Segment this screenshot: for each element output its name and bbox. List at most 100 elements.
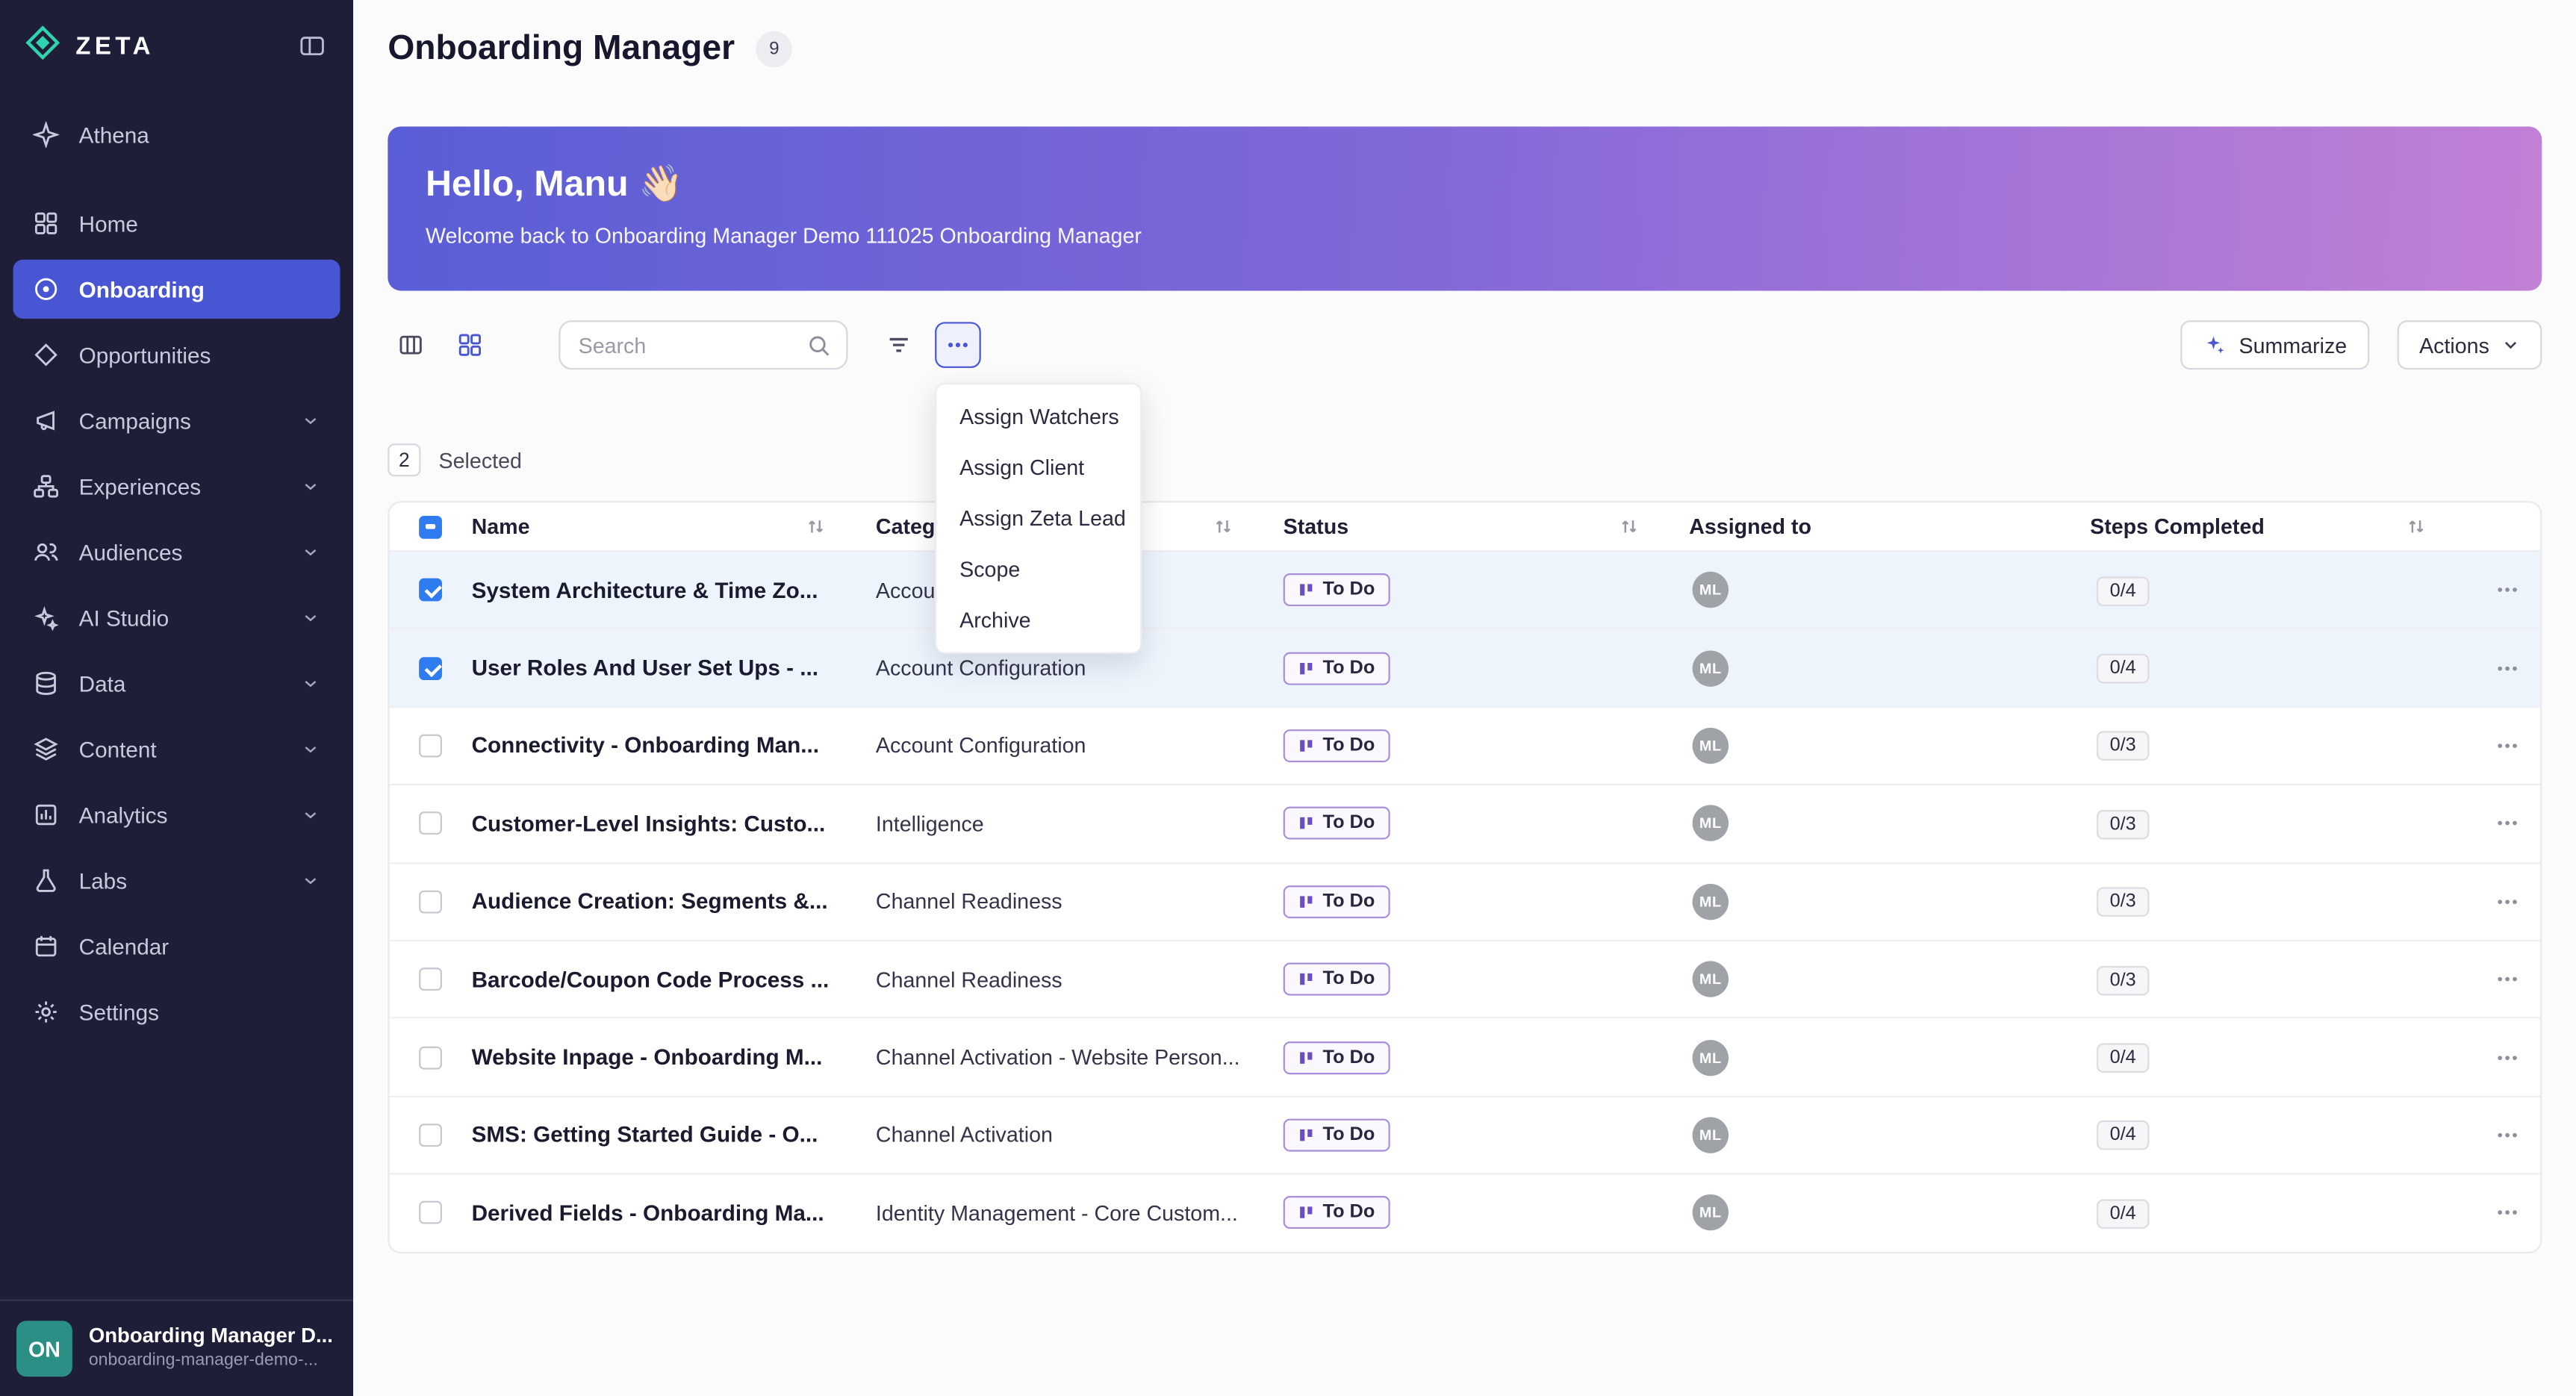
- account-avatar: ON: [16, 1321, 72, 1377]
- assignee-avatar: ML: [1693, 1195, 1729, 1231]
- menu-item-assign-watchers[interactable]: Assign Watchers: [936, 391, 1140, 442]
- task-name: Derived Fields - Onboarding Ma...: [472, 1200, 876, 1225]
- sidebar-item-campaigns[interactable]: Campaigns: [13, 391, 340, 450]
- column-header-assigned-to: Assigned to: [1689, 514, 1811, 539]
- sidebar-item-athena[interactable]: Athena: [13, 105, 340, 164]
- table-row[interactable]: System Architecture & Time Zo... Account…: [390, 552, 2541, 629]
- sidebar-item-label: AI Studio: [79, 605, 169, 630]
- sidebar-item-opportunities[interactable]: Opportunities: [13, 325, 340, 384]
- assignee-avatar: ML: [1693, 805, 1729, 841]
- page-header: Onboarding Manager 9: [353, 0, 2576, 99]
- steps-completed-pill: 0/3: [2097, 810, 2149, 840]
- page-title: Onboarding Manager: [388, 30, 735, 69]
- card-view-button[interactable]: [447, 322, 494, 368]
- selection-summary: 2 Selected: [388, 445, 2542, 475]
- menu-item-assign-client[interactable]: Assign Client: [936, 442, 1140, 493]
- sidebar-collapse-button[interactable]: [296, 30, 329, 63]
- sort-icon[interactable]: [1213, 516, 1234, 537]
- table-row[interactable]: Customer-Level Insights: Custo... Intell…: [390, 785, 2541, 863]
- table-row[interactable]: Website Inpage - Onboarding M... Channel…: [390, 1019, 2541, 1097]
- onboarding-table: Name Category Status Assigned to Steps C…: [388, 501, 2542, 1253]
- status-badge: To Do: [1284, 1118, 1390, 1151]
- sidebar-item-label: Analytics: [79, 803, 168, 827]
- filter-button[interactable]: [876, 322, 922, 368]
- sidebar-item-label: Opportunities: [79, 343, 211, 367]
- sidebar-item-onboarding[interactable]: Onboarding: [13, 260, 340, 319]
- kanban-icon: [1298, 1127, 1314, 1143]
- sidebar-item-ai-studio[interactable]: AI Studio: [13, 588, 340, 647]
- row-menu-button[interactable]: [2476, 650, 2539, 686]
- sidebar-item-content[interactable]: Content: [13, 720, 340, 779]
- diamond-icon: [33, 342, 59, 368]
- table-view-icon: [398, 332, 424, 358]
- task-name: Audience Creation: Segments &...: [472, 889, 876, 914]
- menu-item-scope[interactable]: Scope: [936, 543, 1140, 594]
- row-checkbox[interactable]: [419, 579, 442, 602]
- row-menu-button[interactable]: [2476, 1195, 2539, 1231]
- row-checkbox[interactable]: [419, 1046, 442, 1069]
- sidebar-item-label: Calendar: [79, 934, 169, 959]
- chevron-down-icon: [301, 805, 320, 824]
- kanban-icon: [1298, 815, 1314, 832]
- row-menu-button[interactable]: [2476, 1039, 2539, 1075]
- welcome-banner: Hello, Manu 👋🏻 Welcome back to Onboardin…: [388, 126, 2542, 290]
- status-badge: To Do: [1284, 1041, 1390, 1074]
- account-workspace: onboarding-manager-demo-...: [89, 1350, 333, 1373]
- table-row[interactable]: Connectivity - Onboarding Man... Account…: [390, 708, 2541, 785]
- row-checkbox[interactable]: [419, 967, 442, 991]
- row-menu-button[interactable]: [2476, 805, 2539, 841]
- table-header-row: Name Category Status Assigned to Steps C…: [390, 502, 2541, 552]
- sidebar-item-label: Settings: [79, 1000, 159, 1024]
- status-badge: To Do: [1284, 652, 1390, 685]
- chevron-down-icon: [301, 739, 320, 758]
- row-menu-button[interactable]: [2476, 728, 2539, 764]
- row-menu-button[interactable]: [2476, 883, 2539, 919]
- task-name: Barcode/Coupon Code Process ...: [472, 967, 876, 991]
- sidebar-item-experiences[interactable]: Experiences: [13, 457, 340, 516]
- sidebar-item-labs[interactable]: Labs: [13, 851, 340, 910]
- actions-button[interactable]: Actions: [2398, 320, 2542, 370]
- row-checkbox[interactable]: [419, 1124, 442, 1147]
- sidebar-item-audiences[interactable]: Audiences: [13, 523, 340, 582]
- table-view-button[interactable]: [388, 322, 434, 368]
- sort-icon[interactable]: [805, 516, 827, 537]
- kanban-icon: [1298, 660, 1314, 676]
- table-row[interactable]: Audience Creation: Segments &... Channel…: [390, 864, 2541, 941]
- bulk-actions-button[interactable]: [935, 322, 981, 368]
- sidebar-item-settings[interactable]: Settings: [13, 982, 340, 1041]
- summarize-button[interactable]: Summarize: [2180, 320, 2370, 370]
- task-category: Channel Readiness: [876, 967, 1284, 991]
- table-row[interactable]: SMS: Getting Started Guide - O... Channe…: [390, 1097, 2541, 1174]
- row-menu-button[interactable]: [2476, 572, 2539, 608]
- status-badge: To Do: [1284, 1197, 1390, 1230]
- row-checkbox[interactable]: [419, 812, 442, 835]
- sidebar-item-label: Labs: [79, 868, 127, 893]
- sidebar-item-calendar[interactable]: Calendar: [13, 917, 340, 976]
- sort-icon[interactable]: [1619, 516, 1640, 537]
- account-switcher[interactable]: ON Onboarding Manager D... onboarding-ma…: [0, 1300, 353, 1396]
- sidebar-item-home[interactable]: Home: [13, 194, 340, 253]
- row-menu-button[interactable]: [2476, 1117, 2539, 1153]
- sidebar-item-label: Data: [79, 671, 126, 696]
- row-menu-button[interactable]: [2476, 962, 2539, 997]
- sidebar-item-data[interactable]: Data: [13, 654, 340, 713]
- row-checkbox[interactable]: [419, 890, 442, 913]
- table-row[interactable]: Derived Fields - Onboarding Ma... Identi…: [390, 1175, 2541, 1251]
- kanban-icon: [1298, 1205, 1314, 1221]
- task-category: Account Configuration: [876, 655, 1284, 680]
- sidebar-item-analytics[interactable]: Analytics: [13, 785, 340, 844]
- row-checkbox[interactable]: [419, 656, 442, 679]
- row-checkbox[interactable]: [419, 1201, 442, 1224]
- search-input[interactable]: [575, 331, 794, 358]
- table-row[interactable]: User Roles And User Set Ups - ... Accoun…: [390, 630, 2541, 708]
- table-row[interactable]: Barcode/Coupon Code Process ... Channel …: [390, 941, 2541, 1019]
- menu-item-assign-zeta-lead[interactable]: Assign Zeta Lead: [936, 493, 1140, 543]
- select-all-checkbox[interactable]: [419, 515, 442, 538]
- sidebar: ZETA Athena Home Onboarding Opportunitie…: [0, 0, 353, 1396]
- task-category: Intelligence: [876, 811, 1284, 836]
- sort-icon[interactable]: [2406, 516, 2427, 537]
- menu-item-archive[interactable]: Archive: [936, 595, 1140, 646]
- sidebar-item-label: Experiences: [79, 474, 201, 499]
- chevron-down-icon: [301, 542, 320, 561]
- row-checkbox[interactable]: [419, 735, 442, 758]
